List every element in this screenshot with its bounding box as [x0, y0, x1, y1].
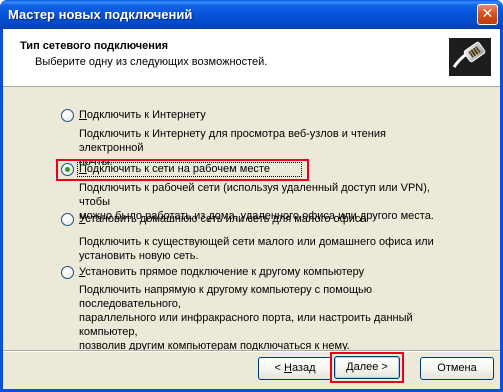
option-workplace-label[interactable]: Подключить к сети на рабочем месте: [79, 163, 270, 175]
radio-internet[interactable]: [61, 109, 74, 122]
next-button[interactable]: Далее >: [334, 356, 400, 379]
network-connection-icon: [449, 38, 491, 76]
title-bar[interactable]: Мастер новых подключений ✕: [0, 0, 503, 29]
radio-direct-connection[interactable]: [61, 266, 74, 279]
footer-divider: [3, 350, 500, 352]
back-button[interactable]: < Назад: [258, 357, 332, 380]
radio-workplace[interactable]: [61, 163, 74, 176]
window-title: Мастер новых подключений: [8, 7, 193, 22]
wizard-client-area: Тип сетевого подключения Выберите одну и…: [3, 29, 500, 389]
close-icon: ✕: [481, 6, 494, 22]
option-direct-connection-description: Подключить напрямую к другому компьютеру…: [79, 284, 413, 352]
radio-selected-dot: [65, 167, 70, 172]
option-home-network-label[interactable]: Установить домашнюю сеть или сеть для ма…: [79, 213, 366, 225]
option-home-network-description: Подключить к существующей сети малого ил…: [79, 236, 434, 262]
radio-home-network[interactable]: [61, 213, 74, 226]
page-subtitle: Выберите одну из следующих возможностей.: [35, 56, 268, 68]
wizard-window: Мастер новых подключений ✕ Тип сетевого …: [0, 0, 503, 392]
option-direct-connection-label[interactable]: Установить прямое подключение к другому …: [79, 266, 364, 278]
close-button[interactable]: ✕: [477, 4, 498, 25]
option-internet-label[interactable]: Подключить к Интернету: [79, 109, 206, 121]
page-title: Тип сетевого подключения: [20, 40, 169, 52]
cancel-button[interactable]: Отмена: [420, 357, 494, 380]
wizard-header: Тип сетевого подключения Выберите одну и…: [3, 29, 500, 87]
